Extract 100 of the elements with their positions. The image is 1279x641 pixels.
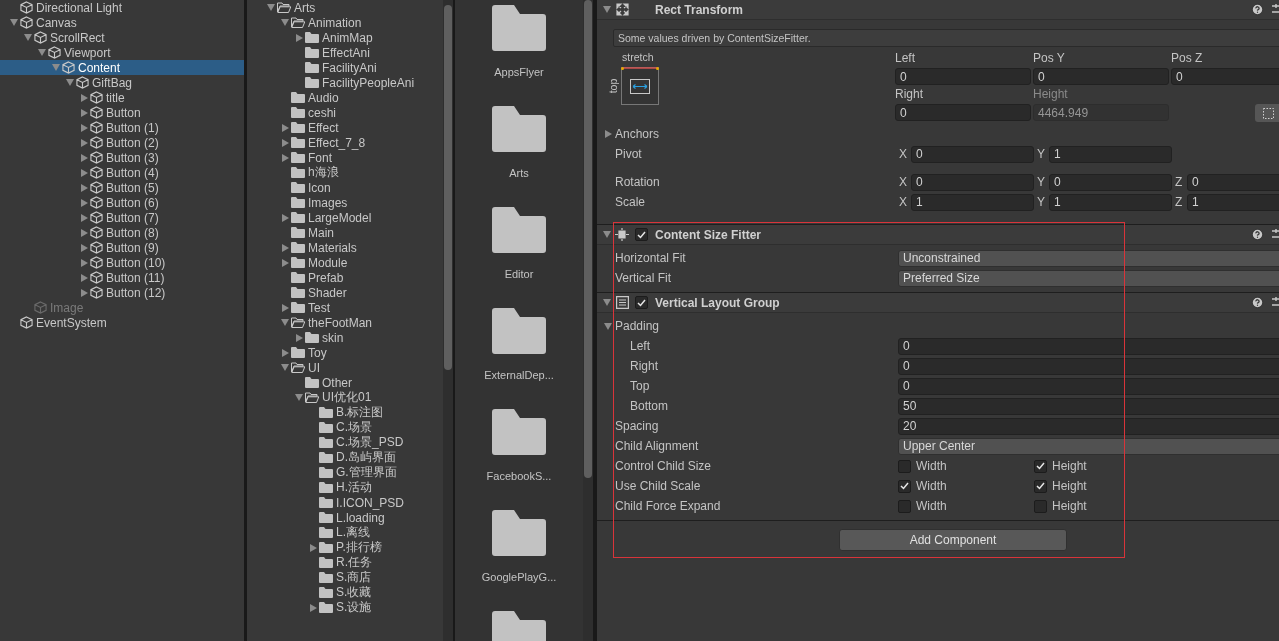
caret-right-icon[interactable] — [80, 123, 88, 132]
caret-down-icon[interactable] — [10, 19, 18, 26]
folder-name[interactable]: P.排行榜 — [336, 539, 382, 556]
caret-right-icon[interactable] — [604, 130, 612, 138]
caret-right-icon[interactable] — [281, 243, 289, 252]
number-field[interactable]: 0 — [1187, 173, 1279, 191]
caret-right-icon[interactable] — [80, 213, 88, 222]
number-field[interactable]: 20 — [898, 417, 1279, 435]
checkbox[interactable] — [1034, 499, 1047, 513]
folder-icon[interactable] — [492, 409, 546, 455]
number-field[interactable]: 1 — [1049, 145, 1172, 163]
folder-name[interactable]: Toy — [308, 345, 327, 360]
caret-right-icon[interactable] — [80, 198, 88, 207]
number-field[interactable]: 50 — [898, 397, 1279, 415]
folder-name[interactable]: AppsFlyer — [494, 66, 544, 78]
scrollbar-thumb[interactable] — [584, 0, 592, 478]
caret-down-icon[interactable] — [295, 394, 303, 401]
folder-name[interactable]: S.收藏 — [336, 584, 372, 601]
caret-right-icon[interactable] — [80, 273, 88, 282]
caret-right-icon[interactable] — [80, 153, 88, 162]
hierarchy-item[interactable]: Button (8) — [0, 225, 244, 240]
caret-right-icon[interactable] — [281, 303, 289, 312]
anchor-preset-icon[interactable] — [621, 67, 659, 105]
folder-icon[interactable] — [492, 207, 546, 253]
folder-name[interactable]: S.设施 — [336, 599, 372, 616]
caret-down-icon[interactable] — [281, 364, 289, 371]
folder-name[interactable]: ceshi — [308, 105, 336, 120]
folder-name[interactable]: UI — [308, 360, 320, 375]
component-header[interactable]: Rect Transform — [597, 0, 1279, 20]
caret-right-icon[interactable] — [80, 243, 88, 252]
caret-right-icon[interactable] — [80, 258, 88, 267]
folder-name[interactable]: Prefab — [308, 270, 344, 285]
folder-name[interactable]: Test — [308, 300, 330, 315]
caret-right-icon[interactable] — [80, 288, 88, 297]
folder-name[interactable]: Module — [308, 255, 348, 270]
folder-name[interactable]: Effect — [308, 120, 339, 135]
caret-right-icon[interactable] — [281, 153, 289, 162]
folder-name[interactable]: C.场景 — [336, 419, 372, 436]
folder-name[interactable]: ExternalDep... — [484, 369, 554, 381]
add-component-button[interactable]: Add Component — [839, 529, 1067, 551]
hierarchy-item[interactable]: EventSystem — [0, 315, 244, 330]
folder-name[interactable]: Images — [308, 195, 348, 210]
number-field[interactable]: 0 — [911, 173, 1034, 191]
caret-right-icon[interactable] — [295, 33, 303, 42]
caret-right-icon[interactable] — [281, 348, 289, 357]
folder-name[interactable]: LargeModel — [308, 210, 372, 225]
folder-name[interactable]: GooglePlayG... — [481, 571, 557, 583]
folder-name[interactable]: UI优化01 — [322, 389, 372, 406]
hierarchy-item[interactable]: Button (10) — [0, 255, 244, 270]
folder-name[interactable]: Shader — [308, 285, 347, 300]
help-icon[interactable] — [1251, 3, 1264, 16]
folder-name[interactable]: Materials — [308, 240, 357, 255]
hierarchy-item[interactable]: Canvas — [0, 15, 244, 30]
caret-down-icon[interactable] — [38, 49, 46, 56]
caret-down-icon[interactable] — [603, 6, 611, 13]
checkbox[interactable] — [1034, 479, 1047, 493]
component-header[interactable]: Vertical Layout Group — [597, 292, 1279, 313]
number-field[interactable]: 0 — [1171, 68, 1279, 85]
caret-right-icon[interactable] — [295, 333, 303, 342]
hierarchy-item[interactable]: Content — [0, 60, 244, 75]
hierarchy-item[interactable]: Button (6) — [0, 195, 244, 210]
hierarchy-item[interactable]: Directional Light — [0, 0, 244, 15]
hierarchy-item[interactable]: Button — [0, 105, 244, 120]
folder-name[interactable]: C.场景_PSD — [336, 434, 404, 451]
folder-icon[interactable] — [492, 510, 546, 556]
hierarchy-item[interactable]: ScrollRect — [0, 30, 244, 45]
folder-name[interactable]: skin — [322, 330, 344, 345]
caret-right-icon[interactable] — [80, 168, 88, 177]
folder-name[interactable]: S.商店 — [336, 569, 372, 586]
hierarchy-item[interactable]: title — [0, 90, 244, 105]
scrollbar-thumb[interactable] — [444, 5, 452, 370]
folder-icon[interactable] — [492, 106, 546, 152]
number-field[interactable]: 1 — [911, 193, 1034, 211]
caret-right-icon[interactable] — [309, 603, 317, 612]
caret-right-icon[interactable] — [281, 213, 289, 222]
folder-name[interactable]: B.标注图 — [336, 404, 384, 421]
enabled-checkbox[interactable] — [634, 296, 648, 309]
component-header[interactable]: Content Size Fitter — [597, 224, 1279, 245]
caret-right-icon[interactable] — [281, 258, 289, 267]
caret-down-icon[interactable] — [281, 19, 289, 26]
folder-name[interactable]: G.管理界面 — [336, 464, 397, 481]
folder-name[interactable]: I.ICON_PSD — [336, 495, 404, 510]
folder-name[interactable]: Icon — [308, 180, 331, 195]
number-field[interactable]: 0 — [1033, 68, 1169, 85]
caret-right-icon[interactable] — [80, 138, 88, 147]
folder-name[interactable]: Animation — [308, 15, 362, 30]
caret-right-icon[interactable] — [80, 108, 88, 117]
number-field[interactable]: 0 — [911, 145, 1034, 163]
caret-right-icon[interactable] — [80, 93, 88, 102]
folder-icon[interactable] — [492, 5, 546, 51]
hierarchy-item[interactable]: Button (3) — [0, 150, 244, 165]
help-icon[interactable] — [1251, 296, 1264, 309]
enabled-checkbox[interactable] — [634, 228, 648, 241]
caret-down-icon[interactable] — [604, 322, 612, 330]
number-field[interactable]: 0 — [898, 377, 1279, 395]
number-field[interactable]: 1 — [1187, 193, 1279, 211]
hierarchy-item[interactable]: Button (11) — [0, 270, 244, 285]
hierarchy-item[interactable]: Button (12) — [0, 285, 244, 300]
caret-right-icon[interactable] — [281, 123, 289, 132]
checkbox[interactable] — [898, 459, 911, 473]
